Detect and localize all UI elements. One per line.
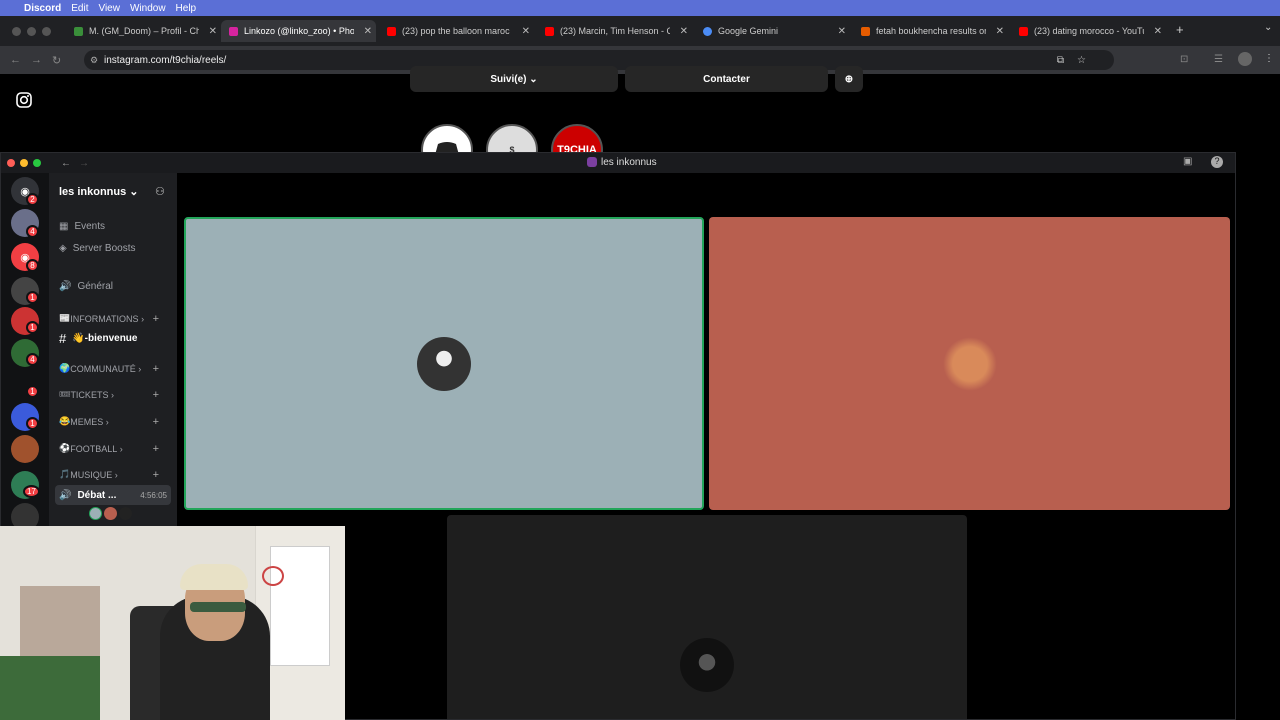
close-tab-icon[interactable]: ✕ — [680, 26, 688, 37]
discord-titlebar: ← → les inkonnus ▣ ? — [1, 153, 1235, 173]
unread-badge: 1 — [26, 385, 39, 398]
reading-list-icon[interactable]: ☰ — [1214, 54, 1223, 65]
window-title: les inkonnus — [601, 157, 657, 168]
menu-help[interactable]: Help — [176, 3, 197, 14]
channel-bienvenue[interactable]: # 👋-bienvenue — [59, 331, 169, 346]
channel-general[interactable]: 🔊 Général — [59, 281, 169, 292]
category-musique[interactable]: 🎵 MUSIQUE › + — [59, 469, 169, 481]
events-link[interactable]: ▦ Events — [59, 221, 169, 232]
window-controls[interactable] — [7, 159, 41, 167]
participant-tile[interactable] — [447, 515, 967, 719]
close-tab-icon[interactable]: ✕ — [996, 26, 1004, 37]
calendar-icon: ▦ — [59, 221, 69, 232]
unread-badge: 1 — [26, 321, 39, 334]
menu-app-name[interactable]: Discord — [24, 3, 61, 14]
contact-button[interactable]: Contacter — [625, 66, 828, 92]
avatar[interactable] — [119, 507, 132, 520]
unread-badge: 2 — [26, 193, 39, 206]
add-channel-icon[interactable]: + — [153, 416, 159, 428]
instagram-icon[interactable] — [16, 92, 32, 108]
avatar — [942, 336, 997, 391]
browser-tab-bar: M. (GM_Doom) – Profil - Che ✕ Linkozo (@l… — [0, 16, 1280, 46]
bookmark-star-icon[interactable]: ☆ — [1077, 55, 1086, 66]
server-boosts-link[interactable]: ◈ Server Boosts — [59, 243, 169, 254]
browser-tab[interactable]: fetah boukhencha results on ✕ — [853, 20, 1008, 42]
voice-participants — [89, 507, 132, 520]
youtube-icon — [545, 26, 554, 36]
unread-badge: 4 — [26, 225, 39, 238]
add-channel-icon[interactable]: + — [153, 389, 159, 401]
menu-window[interactable]: Window — [130, 3, 166, 14]
instagram-icon — [229, 26, 238, 36]
add-channel-icon[interactable]: + — [153, 443, 159, 455]
add-channel-icon[interactable]: + — [153, 469, 159, 481]
unread-badge: 1 — [26, 291, 39, 304]
close-tab-icon[interactable]: ✕ — [1154, 26, 1162, 37]
add-channel-icon[interactable]: + — [153, 363, 159, 375]
speaker-icon: 🔊 — [59, 281, 72, 292]
close-tab-icon[interactable]: ✕ — [364, 26, 372, 37]
new-tab-icon[interactable]: + — [1176, 22, 1184, 37]
profile-avatar[interactable] — [1238, 52, 1252, 66]
voice-channel-active[interactable]: 🔊 Débat ... 4:56:05 — [55, 485, 171, 505]
menu-kebab-icon[interactable]: ⋮ — [1264, 53, 1274, 64]
browser-tab[interactable]: M. (GM_Doom) – Profil - Che ✕ — [66, 20, 221, 42]
browser-tab[interactable]: (23) dating morocco - YouTub ✕ — [1011, 20, 1166, 42]
tab-favicon-icon — [861, 26, 870, 36]
participant-tile[interactable] — [709, 217, 1230, 510]
youtube-icon — [387, 26, 396, 36]
unread-badge: 8 — [26, 259, 39, 272]
browser-tab[interactable]: (23) Marcin, Tim Henson - Ch ✕ — [537, 20, 692, 42]
unread-badge: 1 — [26, 417, 39, 430]
follow-button[interactable]: Suivi(e) ⌄ — [410, 66, 618, 92]
tab-search-icon[interactable]: ⌄ — [1264, 22, 1272, 33]
gemini-icon — [703, 26, 712, 36]
forward-icon[interactable]: → — [31, 54, 42, 66]
unread-badge: 4 — [26, 353, 39, 366]
invite-icon[interactable]: ⚇ — [155, 185, 165, 198]
install-icon[interactable]: ⧉ — [1057, 55, 1064, 66]
participant-tile-speaking[interactable] — [184, 217, 704, 510]
category-memes[interactable]: 😂 MEMES › + — [59, 416, 169, 428]
server-name[interactable]: les inkonnus ⌄ — [59, 185, 139, 198]
avatar[interactable] — [104, 507, 117, 520]
server-icon[interactable] — [11, 435, 39, 463]
boost-icon: ◈ — [59, 243, 67, 254]
avatar[interactable] — [89, 507, 102, 520]
forward-icon[interactable]: → — [79, 158, 89, 169]
webcam-overlay — [0, 526, 345, 720]
close-tab-icon[interactable]: ✕ — [838, 26, 846, 37]
speaker-icon: 🔊 — [59, 489, 72, 501]
extensions-icon[interactable]: ⊡ — [1180, 54, 1188, 65]
site-info-icon[interactable]: ⚙ — [90, 55, 98, 66]
add-channel-icon[interactable]: + — [153, 313, 159, 325]
hash-icon: # — [59, 331, 67, 346]
browser-tab-active[interactable]: Linkozo (@linko_zoo) • Photo ✕ — [221, 20, 376, 42]
close-tab-icon[interactable]: ✕ — [522, 26, 530, 37]
avatar — [417, 336, 471, 391]
url-text[interactable]: instagram.com/t9chia/reels/ — [104, 55, 226, 66]
category-football[interactable]: ⚽ FOOTBALL › + — [59, 443, 169, 455]
help-icon[interactable]: ? — [1211, 156, 1223, 168]
unread-badge: 17 — [23, 485, 40, 498]
tab-favicon-icon — [74, 26, 83, 36]
suggest-user-icon[interactable]: ⊕ — [835, 66, 863, 92]
youtube-icon — [1019, 26, 1028, 36]
browser-tab[interactable]: Google Gemini ✕ — [695, 20, 850, 42]
close-tab-icon[interactable]: ✕ — [209, 26, 217, 37]
window-controls[interactable] — [12, 26, 68, 36]
server-icon — [587, 157, 597, 167]
inbox-icon[interactable]: ▣ — [1183, 156, 1192, 167]
menu-view[interactable]: View — [98, 3, 120, 14]
back-icon[interactable]: ← — [10, 54, 21, 66]
back-icon[interactable]: ← — [61, 158, 71, 169]
menu-edit[interactable]: Edit — [71, 3, 88, 14]
browser-tab[interactable]: (23) pop the balloon maroc - ✕ — [379, 20, 534, 42]
category-tickets[interactable]: 🎟 TICKETS › + — [59, 389, 169, 401]
reload-icon[interactable]: ↻ — [52, 54, 61, 67]
category-communaute[interactable]: 🌍 COMMUNAUTÉ › + — [59, 363, 169, 375]
category-informations[interactable]: 📰 INFORMATIONS › + — [59, 313, 169, 325]
avatar — [680, 638, 734, 692]
mac-menubar: Discord Edit View Window Help — [0, 0, 1280, 16]
